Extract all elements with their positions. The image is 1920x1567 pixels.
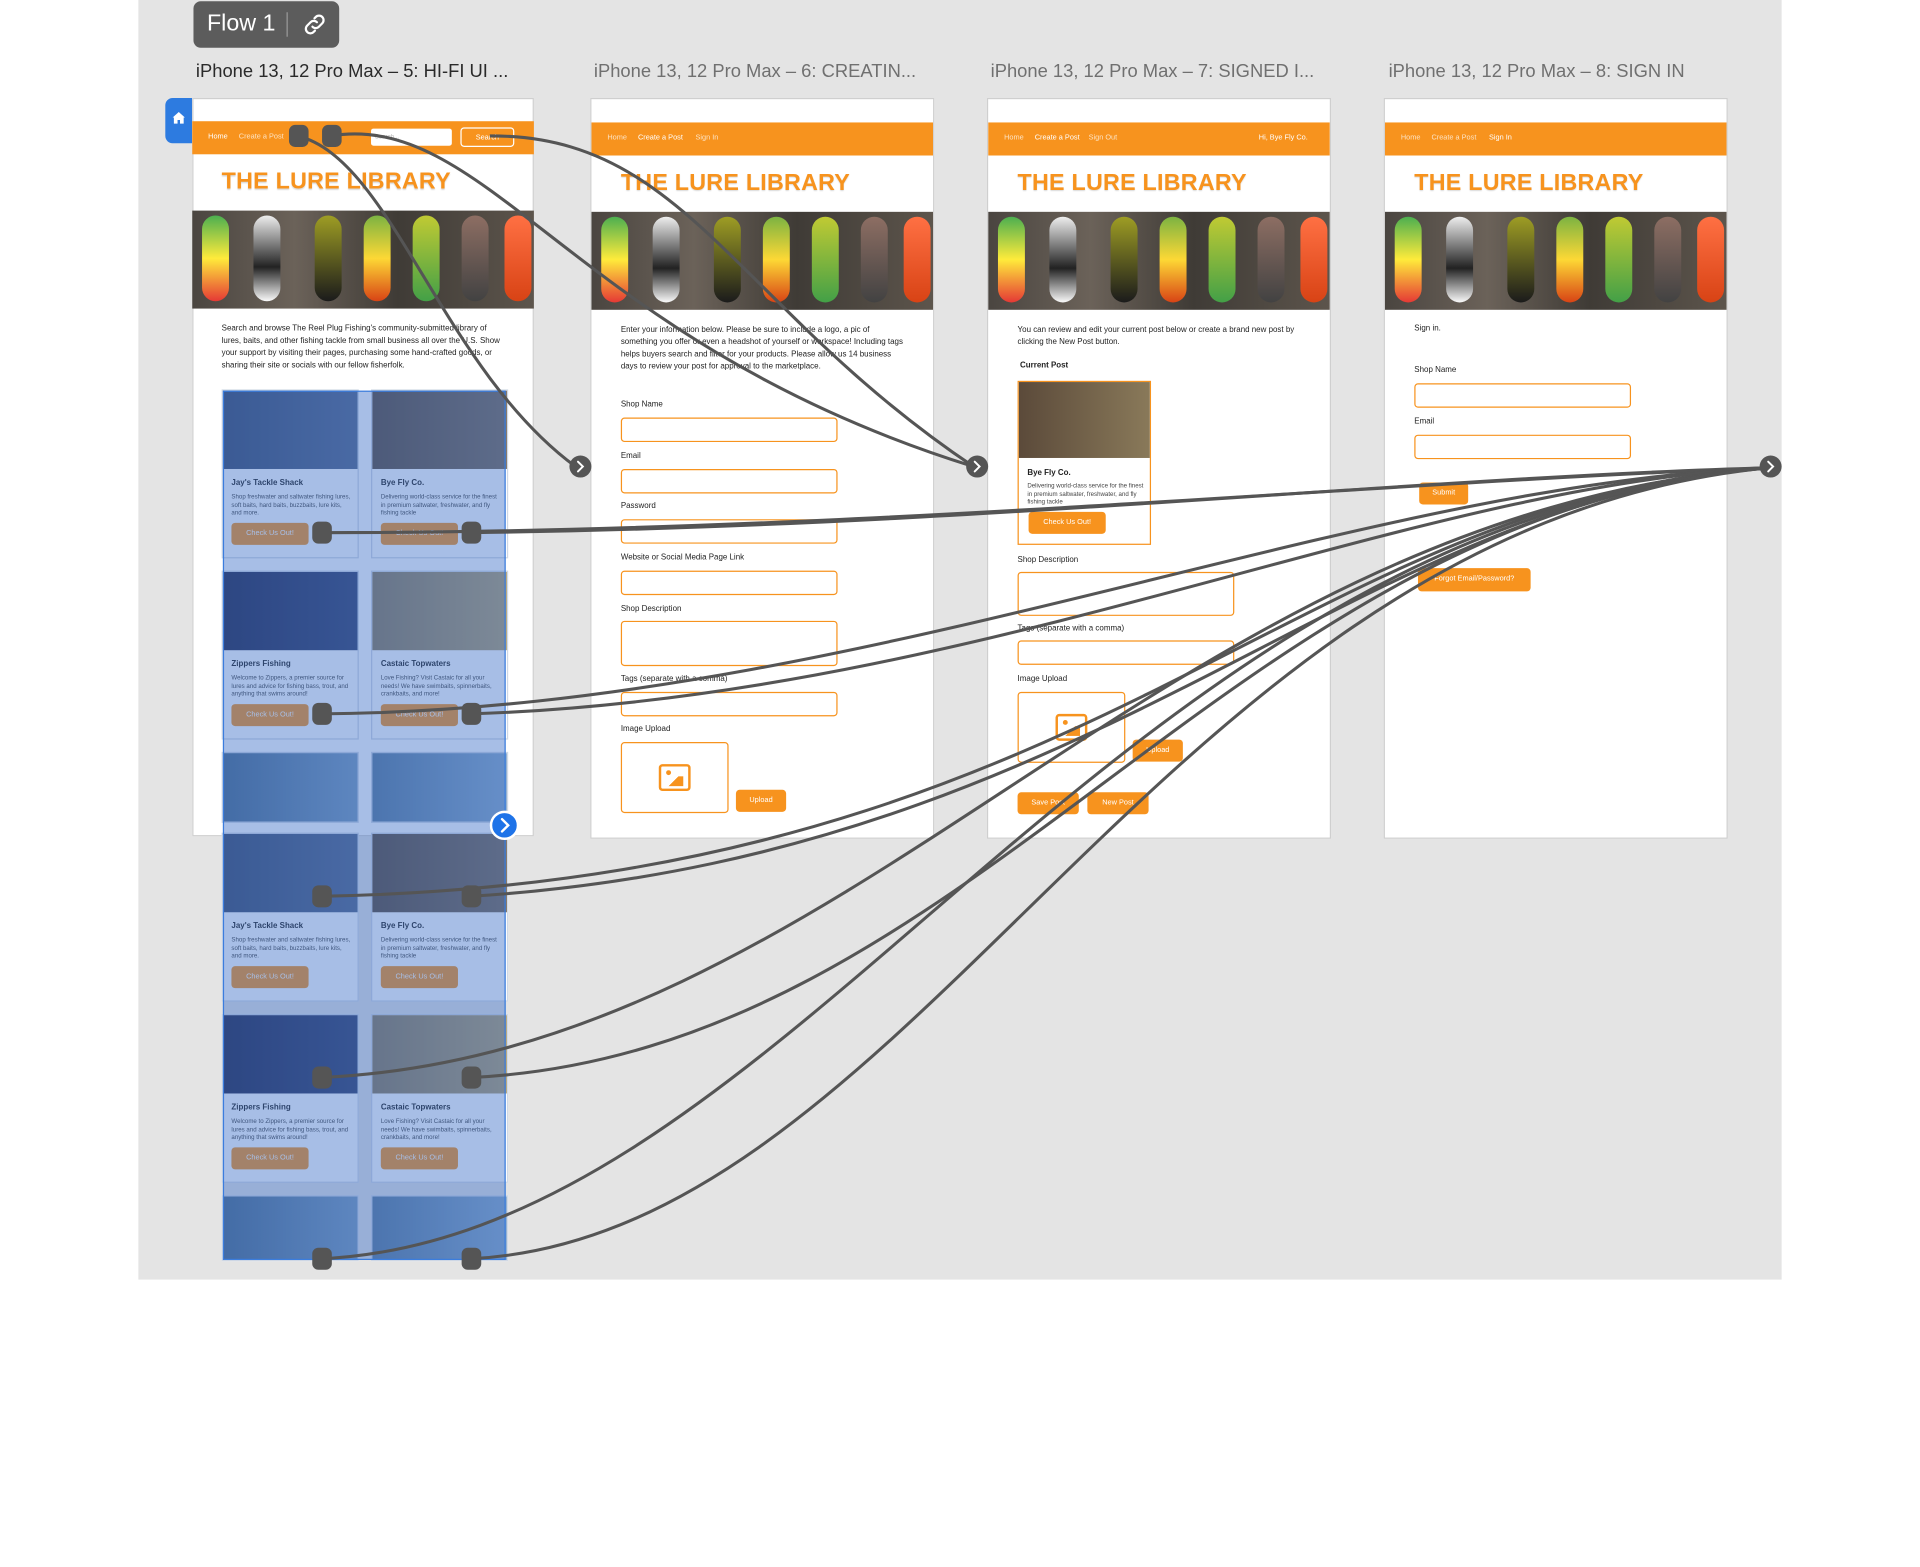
flow-start-tab[interactable] — [165, 97, 193, 144]
field-label: Tags (separate with a comma) — [1017, 624, 1125, 634]
shop-description-input[interactable] — [1017, 571, 1235, 616]
intro-text: Search and browse The Reel Plug Fishing'… — [221, 324, 500, 370]
nav-create-post[interactable]: Create a Post — [1035, 135, 1080, 142]
scroll-group-selection[interactable] — [222, 390, 506, 1261]
hero-image — [988, 211, 1330, 310]
nav-bar: Home Create a Post Sign Out Hi, Bye Fly … — [988, 122, 1330, 156]
artboard-title[interactable]: iPhone 13, 12 Pro Max – 6: CREATIN... — [594, 61, 916, 82]
upload-button[interactable]: Upload — [735, 789, 787, 812]
shop-name-input[interactable] — [1414, 383, 1632, 408]
nav-create-post[interactable]: Create a Post — [638, 135, 683, 142]
brand-title: THE LURE LIBRARY — [221, 168, 451, 195]
nav-create-post[interactable]: Create a Post — [239, 133, 284, 140]
nav-greeting: Hi, Bye Fly Co. — [1258, 134, 1308, 143]
nav-create-post[interactable]: Create a Post — [1431, 135, 1476, 142]
post-image — [1018, 382, 1150, 458]
nav-bar: Home Create a Post Search... Search — [192, 121, 534, 155]
search-button[interactable]: Search — [460, 127, 515, 147]
nav-sign-in[interactable]: Sign In — [696, 135, 719, 142]
shop-name-input[interactable] — [620, 417, 838, 443]
image-upload-box[interactable] — [620, 742, 729, 814]
link-icon[interactable] — [301, 11, 328, 38]
hero-image — [1384, 211, 1727, 310]
password-input[interactable] — [620, 519, 838, 544]
artboard-title[interactable]: iPhone 13, 12 Pro Max – 8: SIGN IN — [1389, 61, 1685, 82]
upload-button[interactable]: Upload — [1132, 739, 1183, 762]
field-label: Image Upload — [620, 724, 671, 734]
nav-sign-in[interactable]: Sign In — [1489, 135, 1512, 142]
image-upload-box[interactable] — [1017, 691, 1126, 763]
check-us-out-button[interactable]: Check Us Out! — [1028, 511, 1106, 534]
flow-tag[interactable]: Flow 1 — [193, 1, 340, 48]
artboard-sign-in[interactable]: Home Create a Post Sign In THE LURE LIBR… — [1383, 97, 1728, 839]
artboard-title[interactable]: iPhone 13, 12 Pro Max – 5: HI-FI UI ... — [196, 61, 508, 82]
shop-description-input[interactable] — [620, 620, 838, 667]
intro-text: Enter your information below. Please be … — [620, 325, 903, 372]
field-label: Email — [1414, 417, 1435, 427]
post-desc: Delivering world-class service for the f… — [1027, 482, 1144, 506]
artboard-title[interactable]: iPhone 13, 12 Pro Max – 7: SIGNED I... — [991, 61, 1315, 82]
field-label: Tags (separate with a comma) — [620, 674, 728, 684]
forgot-button[interactable]: Forgot Email/Password? — [1417, 568, 1531, 592]
flow-label: Flow 1 — [206, 11, 276, 37]
hero-image — [192, 210, 534, 309]
website-input[interactable] — [620, 570, 838, 596]
image-icon — [658, 764, 691, 792]
nav-sign-out[interactable]: Sign Out — [1089, 135, 1118, 142]
next-arrow-icon[interactable] — [489, 810, 520, 841]
intro-text: You can review and edit your current pos… — [1017, 325, 1295, 347]
sign-in-heading: Sign in. — [1414, 324, 1441, 334]
field-label: Password — [620, 502, 656, 511]
email-input[interactable] — [1414, 434, 1632, 460]
nav-home[interactable]: Home — [1401, 135, 1421, 142]
home-icon — [172, 112, 185, 124]
search-input[interactable]: Search... — [371, 128, 452, 146]
brand-title: THE LURE LIBRARY — [1017, 170, 1247, 196]
field-label: Shop Description — [620, 604, 682, 614]
current-post-heading: Current Post — [1020, 361, 1069, 370]
field-label: Email — [620, 451, 641, 461]
brand-title: THE LURE LIBRARY — [620, 170, 851, 196]
tags-input[interactable] — [620, 691, 838, 717]
nav-bar: Home Create a Post Sign In — [1384, 122, 1727, 156]
image-icon — [1055, 713, 1088, 741]
field-label: Shop Description — [1017, 555, 1079, 565]
tags-input[interactable] — [1017, 640, 1235, 665]
brand-title: THE LURE LIBRARY — [1414, 170, 1644, 196]
new-post-button[interactable]: New Post — [1087, 792, 1149, 815]
field-label: Shop Name — [1414, 366, 1457, 375]
prototype-canvas: Flow 1 iPhone 13, 12 Pro Max – 5: HI-FI … — [0, 0, 1920, 1567]
hero-image — [591, 211, 934, 310]
current-post-card: Bye Fly Co. Delivering world-class servi… — [1017, 380, 1152, 545]
artboard-signed-in[interactable]: Home Create a Post Sign Out Hi, Bye Fly … — [986, 97, 1332, 839]
flow-divider — [286, 12, 288, 37]
nav-bar: Home Create a Post Sign In — [591, 122, 934, 156]
field-label: Shop Name — [620, 400, 663, 409]
nav-home[interactable]: Home — [1004, 135, 1024, 142]
artboard-create-post[interactable]: Home Create a Post Sign In THE LURE LIBR… — [590, 97, 935, 839]
post-title: Bye Fly Co. — [1027, 468, 1071, 478]
save-post-button[interactable]: Save Post — [1017, 792, 1079, 815]
nav-home[interactable]: Home — [208, 133, 228, 140]
field-label: Image Upload — [1017, 674, 1068, 684]
field-label: Website or Social Media Page Link — [620, 553, 745, 563]
nav-home[interactable]: Home — [607, 135, 627, 142]
email-input[interactable] — [620, 468, 838, 494]
submit-button[interactable]: Submit — [1419, 482, 1469, 505]
